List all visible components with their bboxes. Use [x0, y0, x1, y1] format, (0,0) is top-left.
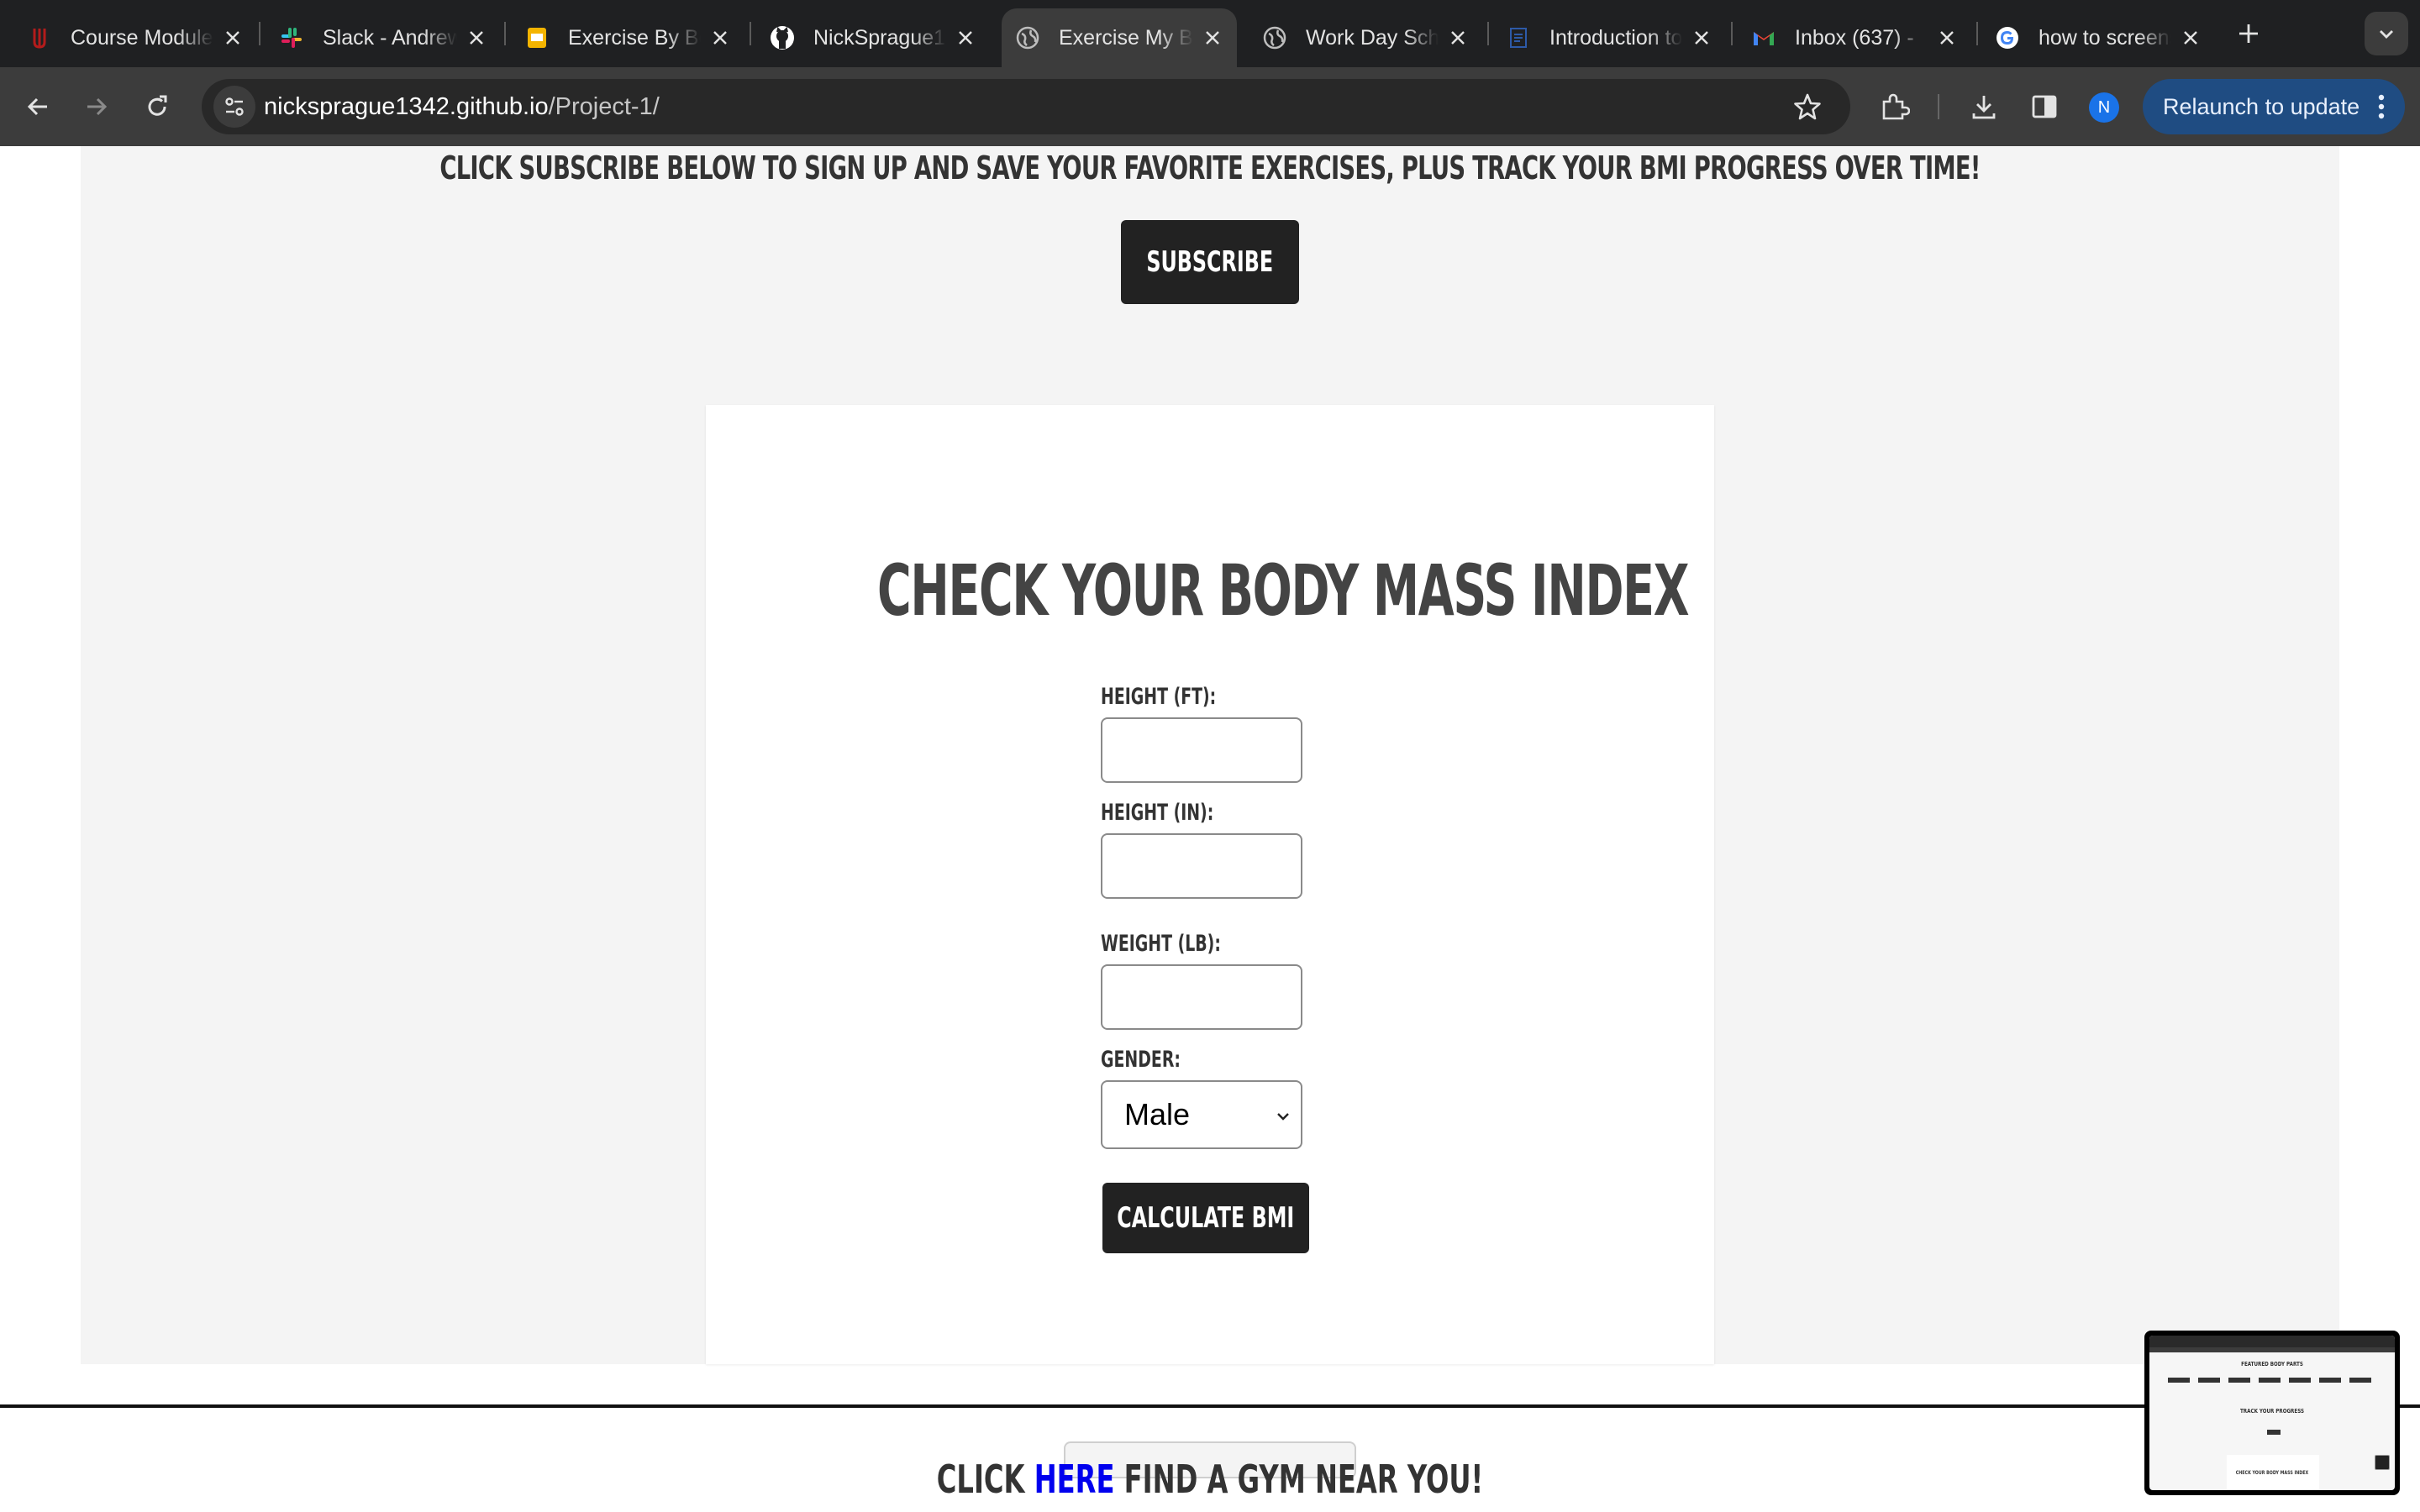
- relaunch-to-update-button[interactable]: Relaunch to update: [2143, 79, 2405, 134]
- tab-strip: Course Modules Slack - Andrew Exercise B…: [0, 0, 2420, 67]
- side-panel-icon[interactable]: [2023, 86, 2065, 128]
- tab-google-search[interactable]: how to screenshot: [1993, 8, 2203, 67]
- screenshot-thumbnail[interactable]: FEATURED BODY PARTS TRACK YOUR PROGRESS …: [2144, 1331, 2400, 1495]
- docs-favicon-icon: [1504, 24, 1533, 52]
- tab-course-modules[interactable]: Course Modules: [25, 8, 245, 67]
- course-favicon-icon: [25, 24, 54, 52]
- close-tab-icon[interactable]: [220, 25, 245, 50]
- close-tab-icon[interactable]: [2178, 25, 2203, 50]
- subscribe-button[interactable]: Subscribe: [1121, 220, 1299, 304]
- tab-search-chevron-icon[interactable]: [2365, 12, 2408, 55]
- more-vertical-icon[interactable]: [2373, 92, 2390, 122]
- slides-favicon-icon: [523, 24, 551, 52]
- subscribe-prompt: Click subscribe below to sign up and sav…: [439, 150, 1981, 186]
- calculate-bmi-button[interactable]: Calculate BMI: [1102, 1183, 1309, 1253]
- close-tab-icon[interactable]: [708, 25, 733, 50]
- back-arrow-icon[interactable]: [17, 86, 59, 128]
- tab-github[interactable]: NickSprague1342: [768, 8, 978, 67]
- close-tab-icon[interactable]: [1934, 25, 1960, 50]
- gender-label: Gender:: [1101, 1047, 1181, 1073]
- chevron-down-icon: [1272, 1105, 1294, 1127]
- weight-label: Weight (lb):: [1101, 931, 1221, 957]
- height-in-label: Height (in):: [1101, 800, 1214, 826]
- gender-select[interactable]: Male: [1101, 1080, 1302, 1149]
- close-tab-icon[interactable]: [1445, 25, 1470, 50]
- find-gym-text: Click here find a gym near you!: [936, 1457, 1484, 1502]
- google-favicon-icon: [1993, 24, 2022, 52]
- download-icon[interactable]: [1963, 86, 2005, 128]
- close-tab-icon[interactable]: [1200, 25, 1225, 50]
- address-bar[interactable]: nicksprague1342.github.io/Project-1/: [202, 79, 1850, 134]
- new-tab-icon[interactable]: [2233, 18, 2264, 49]
- height-ft-label: Height (ft):: [1101, 684, 1217, 710]
- camera-icon: [2375, 1455, 2390, 1470]
- reload-icon[interactable]: [136, 86, 178, 128]
- find-gym-link[interactable]: here: [1034, 1457, 1115, 1502]
- tab-work-day-scheduler[interactable]: Work Day Scheduler: [1260, 8, 1470, 67]
- profile-avatar[interactable]: N: [2089, 92, 2119, 123]
- gmail-favicon-icon: [1749, 24, 1778, 52]
- close-tab-icon[interactable]: [1689, 25, 1714, 50]
- bmi-title: Check your Body Mass Index: [877, 549, 1689, 632]
- footer-divider: [0, 1404, 2420, 1408]
- tab-exercise-my-body[interactable]: Exercise My Body: [1002, 8, 1237, 67]
- browser-toolbar: nicksprague1342.github.io/Project-1/ N R…: [0, 67, 2420, 146]
- weight-input[interactable]: [1101, 964, 1302, 1030]
- tab-slack[interactable]: Slack - Andrew: [277, 8, 489, 67]
- forward-arrow-icon[interactable]: [76, 86, 118, 128]
- tab-gmail-inbox[interactable]: Inbox (637) -: [1749, 8, 1960, 67]
- tab-introduction[interactable]: Introduction to: [1504, 8, 1714, 67]
- github-favicon-icon: [768, 24, 797, 52]
- extensions-puzzle-icon[interactable]: [1874, 86, 1916, 128]
- globe-favicon-icon: [1013, 24, 1042, 52]
- bookmark-star-icon[interactable]: [1788, 87, 1827, 126]
- close-tab-icon[interactable]: [464, 25, 489, 50]
- bmi-card: Check your Body Mass Index Height (ft): …: [706, 405, 1714, 1478]
- site-info-icon[interactable]: [213, 86, 255, 128]
- globe-favicon-icon: [1260, 24, 1289, 52]
- tab-exercise-by-body[interactable]: Exercise By Body Part: [523, 8, 733, 67]
- slack-favicon-icon: [277, 24, 306, 52]
- height-ft-input[interactable]: [1101, 717, 1302, 783]
- height-in-input[interactable]: [1101, 833, 1302, 899]
- page-content: Click subscribe below to sign up and sav…: [0, 146, 2420, 1512]
- url-text: nicksprague1342.github.io/Project-1/: [264, 93, 660, 120]
- close-tab-icon[interactable]: [953, 25, 978, 50]
